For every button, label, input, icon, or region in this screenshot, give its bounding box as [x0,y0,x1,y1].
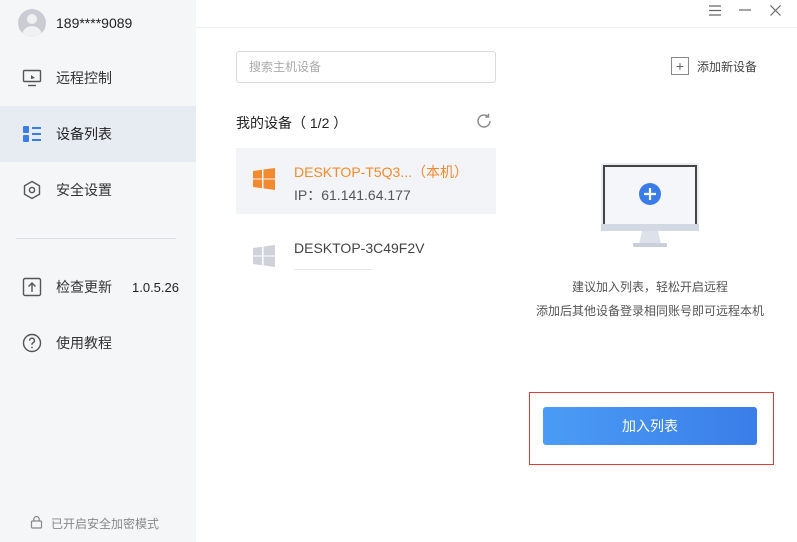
sidebar-item-label: 安全设置 [56,182,112,198]
sidebar-item-label: 远程控制 [56,70,112,86]
search-input[interactable] [236,51,496,83]
device-ip: IP：61.141.64.177 [294,187,411,203]
window-controls [707,2,783,18]
title-bar-divider [196,27,797,28]
device-name: DESKTOP-3C49F2V [294,240,425,256]
device-list-title: 我的设备（ 1/2 ） [236,115,348,131]
windows-icon [252,167,276,191]
refresh-icon[interactable] [475,112,493,130]
username: 189****9089 [56,15,133,31]
sidebar-item-remote-control[interactable]: 远程控制 [0,50,196,106]
device-item-local[interactable]: DESKTOP-T5Q3...（本机） IP：61.141.64.177 [236,148,496,214]
help-icon [22,333,42,353]
device-list-icon [22,124,42,144]
close-icon[interactable] [767,2,783,18]
sidebar-item-label: 使用教程 [56,335,112,351]
device-divider [294,269,372,270]
sidebar-divider [16,238,176,239]
user-profile[interactable]: 189****9089 [18,8,132,38]
empty-state-subtip: 添加后其他设备登录相同账号即可远程本机 [535,304,764,318]
upload-icon [22,277,42,297]
sidebar-item-label: 设备列表 [56,126,112,142]
sidebar-item-security[interactable]: 安全设置 [0,162,196,218]
plus-icon: + [671,57,689,75]
device-name: DESKTOP-T5Q3...（本机） [294,164,468,180]
sidebar-item-check-update[interactable]: 检查更新 1.0.5.26 [0,259,196,315]
lock-icon [30,515,43,532]
sidebar-item-tutorial[interactable]: 使用教程 [0,315,196,371]
sidebar-item-label: 检查更新 [56,279,112,295]
version-number: 1.0.5.26 [132,279,179,295]
monitor-add-icon [600,162,700,250]
windows-icon [252,244,276,268]
sidebar: 189****9089 远程控制 设备列表 安全设置 检查更新 1.0.5.26… [0,0,196,542]
shield-hex-icon [22,180,42,200]
join-list-button[interactable]: 加入列表 [543,407,757,445]
secure-mode-label: 已开启安全加密模式 [51,517,160,531]
menu-icon[interactable] [707,2,723,18]
add-device-button[interactable]: + 添加新设备 [671,57,757,75]
monitor-icon [22,68,42,88]
device-item-remote[interactable]: DESKTOP-3C49F2V [236,230,496,270]
add-device-label: 添加新设备 [697,59,758,74]
sidebar-item-device-list[interactable]: 设备列表 [0,106,196,162]
minimize-icon[interactable] [737,2,753,18]
secure-mode-status: 已开启安全加密模式 [30,515,159,532]
avatar[interactable] [18,9,46,37]
empty-state-tip: 建议加入列表，轻松开启远程 [571,280,728,294]
